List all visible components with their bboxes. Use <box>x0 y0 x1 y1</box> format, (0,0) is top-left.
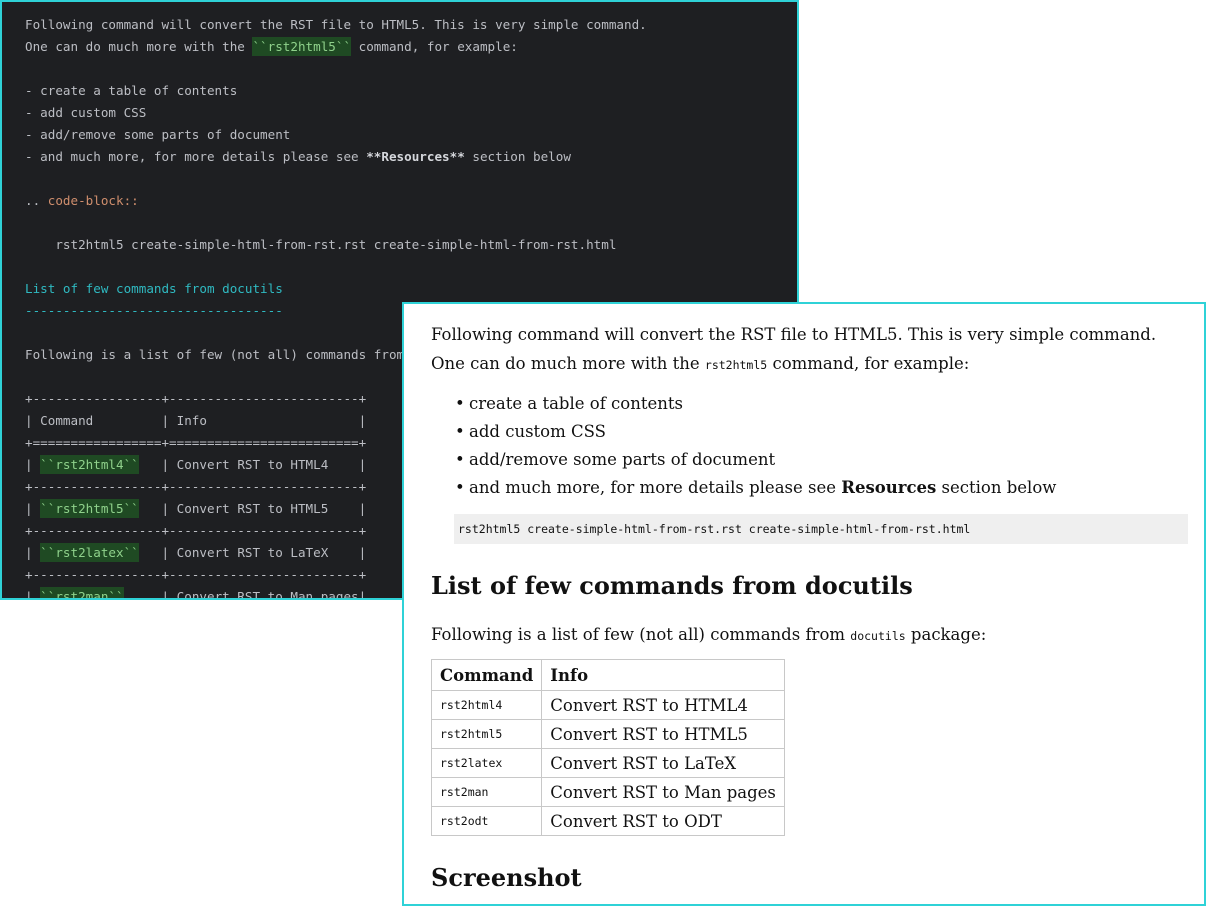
list-intro-paragraph: Following is a list of few (not all) com… <box>431 620 1188 651</box>
table-cell-info: Convert RST to Man pages <box>541 777 785 807</box>
editor-line[interactable]: rst2html5 create-simple-html-from-rst.rs… <box>25 234 797 256</box>
source-text: command, for example: <box>351 39 518 54</box>
source-text: One can do much more with the <box>25 39 253 54</box>
source-text: - create a table of contents <box>25 83 238 98</box>
source-text: +-----------------+---------------------… <box>25 479 367 494</box>
source-text: | Convert RST to LaTeX | <box>138 545 367 560</box>
list-intro-text-end: package: <box>905 625 987 644</box>
preview-content: Following command will convert the RST f… <box>430 320 1188 894</box>
list-item: add custom CSS <box>455 418 1188 446</box>
intro-text-end: command, for example: <box>767 354 970 373</box>
table-cell-command: rst2latex <box>430 748 543 778</box>
inline-code-docutils: docutils <box>850 629 906 643</box>
table-row: rst2latex Convert RST to LaTeX <box>430 748 785 778</box>
inline-literal: ``rst2html5`` <box>40 499 139 518</box>
code-block: rst2html5 create-simple-html-from-rst.rs… <box>454 514 1188 544</box>
table-cell-info: Convert RST to HTML5 <box>541 719 785 749</box>
table-cell-info: Convert RST to ODT <box>541 806 785 836</box>
editor-line[interactable]: One can do much more with the ``rst2html… <box>25 36 797 58</box>
inline-literal: ``rst2html5`` <box>252 37 352 56</box>
editor-line[interactable] <box>25 58 797 80</box>
editor-line[interactable]: Following command will convert the RST f… <box>25 14 797 36</box>
resources-bold: Resources <box>841 478 937 497</box>
inline-literal: ``rst2html4`` <box>40 455 139 474</box>
list-item: create a table of contents <box>455 390 1188 418</box>
features-list: create a table of contents add custom CS… <box>431 390 1188 502</box>
source-text: - add custom CSS <box>25 105 147 120</box>
source-text: | Command | Info | <box>25 413 367 428</box>
inline-literal: ``rst2latex`` <box>40 543 139 562</box>
source-text: Following command will convert the RST f… <box>25 17 647 32</box>
table-row: rst2man Convert RST to Man pages <box>430 777 785 807</box>
editor-line[interactable]: .. code-block:: <box>25 190 797 212</box>
commands-table: Command Info rst2html4 Convert RST to HT… <box>430 659 785 836</box>
inline-code-rst2html5: rst2html5 <box>704 358 768 372</box>
source-text: +-----------------+---------------------… <box>25 391 367 406</box>
source-text: | Convert RST to HTML5 | <box>138 501 367 516</box>
table-row: rst2html5 Convert RST to HTML5 <box>430 719 785 749</box>
directive-keyword: code-block:: <box>47 193 139 208</box>
table-header-row: Command Info <box>430 659 785 691</box>
table-cell-command: rst2html5 <box>430 719 543 749</box>
heading-commands: List of few commands from docutils <box>431 571 913 600</box>
table-cell-info: Convert RST to LaTeX <box>541 748 785 778</box>
editor-line[interactable]: List of few commands from docutils <box>25 278 797 300</box>
table-cell-info: Convert RST to HTML4 <box>541 690 785 720</box>
source-text: | Convert RST to Man pages| <box>123 589 367 600</box>
source-text: .. <box>25 193 48 208</box>
source-text: - add/remove some parts of document <box>25 127 291 142</box>
intro-paragraph: Following command will convert the RST f… <box>431 320 1188 380</box>
list-item: add/remove some parts of document <box>455 446 1188 474</box>
table-row: rst2html4 Convert RST to HTML4 <box>430 690 785 720</box>
editor-line[interactable]: - create a table of contents <box>25 80 797 102</box>
editor-line[interactable] <box>25 256 797 278</box>
source-text: | Convert RST to HTML4 | <box>138 457 367 472</box>
section-heading-text: ---------------------------------- <box>25 303 283 318</box>
column-header-info: Info <box>541 659 785 691</box>
source-text: | <box>25 545 41 560</box>
editor-line[interactable]: - and much more, for more details please… <box>25 146 797 168</box>
source-text: | <box>25 501 41 516</box>
editor-line[interactable]: - add/remove some parts of document <box>25 124 797 146</box>
column-header-command: Command <box>430 659 543 691</box>
source-text: | <box>25 457 41 472</box>
editor-line[interactable]: - add custom CSS <box>25 102 797 124</box>
source-text: | <box>25 589 41 600</box>
table-cell-command: rst2html4 <box>430 690 543 720</box>
table-cell-command: rst2odt <box>430 806 543 836</box>
list-item-text: and much more, for more details please s… <box>469 478 842 497</box>
table-cell-command: rst2man <box>430 777 543 807</box>
editor-line[interactable] <box>25 212 797 234</box>
source-text: - and much more, for more details please… <box>25 149 367 164</box>
source-text: +-----------------+---------------------… <box>25 523 367 538</box>
heading-screenshot: Screenshot <box>431 863 582 892</box>
source-text: +=================+=====================… <box>25 435 367 450</box>
table-row: rst2odt Convert RST to ODT <box>430 806 785 836</box>
html-preview-panel: Following command will convert the RST f… <box>402 302 1206 906</box>
section-heading-text: List of few commands from docutils <box>25 281 283 296</box>
source-text: rst2html5 create-simple-html-from-rst.rs… <box>25 237 617 252</box>
list-item-text-end: section below <box>936 478 1057 497</box>
editor-line[interactable] <box>25 168 797 190</box>
bold-markup: **Resources** <box>366 149 465 164</box>
source-text: +-----------------+---------------------… <box>25 567 367 582</box>
list-intro-text: Following is a list of few (not all) com… <box>431 625 851 644</box>
inline-literal: ``rst2man`` <box>40 587 124 598</box>
source-text: section below <box>464 149 571 164</box>
list-item: and much more, for more details please s… <box>455 474 1188 502</box>
